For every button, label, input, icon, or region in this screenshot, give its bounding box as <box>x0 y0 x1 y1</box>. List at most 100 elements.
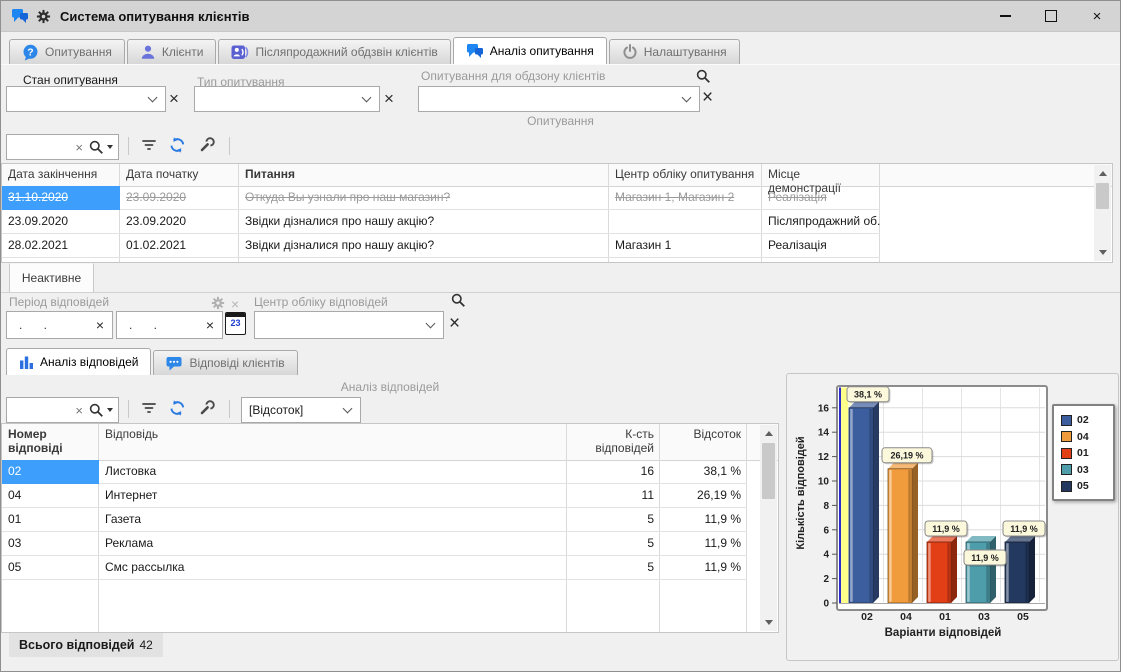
table-cell[interactable]: Листовка <box>99 460 567 484</box>
scroll-down-icon[interactable] <box>765 620 773 625</box>
column-header[interactable]: Номер відповіді <box>2 424 99 460</box>
table-row[interactable]: 28.02.202101.02.2021Звідки дізналися про… <box>2 234 880 258</box>
survey-state-combo[interactable] <box>6 86 166 112</box>
column-header[interactable]: Дата закінчення <box>2 164 120 186</box>
period-to-input[interactable]: . . × <box>116 311 223 339</box>
vertical-scrollbar[interactable] <box>1094 165 1111 261</box>
table-cell[interactable]: Реалізація <box>762 234 880 258</box>
answers-tab-1[interactable]: Аналіз відповідей <box>6 348 151 375</box>
table-cell[interactable]: Магазин 1 <box>609 234 762 258</box>
scroll-down-icon[interactable] <box>1099 250 1107 255</box>
scroll-up-icon[interactable] <box>765 431 773 436</box>
clear-date-icon[interactable]: × <box>96 317 104 333</box>
period-settings-gear-icon[interactable] <box>211 296 225 310</box>
search-icon[interactable] <box>87 403 106 418</box>
table-row[interactable]: 05Смс рассылка511,9 % <box>2 556 747 580</box>
answers-center-combo[interactable] <box>254 311 444 339</box>
column-header[interactable]: Дата початку <box>120 164 239 186</box>
main-tab-5[interactable]: Налаштування <box>609 39 740 64</box>
table-cell[interactable] <box>609 210 762 234</box>
settings-wrench-icon[interactable] <box>199 137 215 153</box>
table-cell[interactable]: Реклама <box>99 532 567 556</box>
filter-icon[interactable] <box>141 138 157 152</box>
survey-type-combo[interactable] <box>194 86 380 112</box>
calendar-button[interactable]: 23 <box>225 312 246 335</box>
table-cell[interactable]: 03 <box>2 532 99 556</box>
answers-tab-2[interactable]: Відповіді клієнтів <box>153 350 297 375</box>
vertical-scrollbar[interactable] <box>760 425 777 631</box>
scrollbar-thumb[interactable] <box>762 443 775 499</box>
refresh-icon[interactable] <box>169 137 186 153</box>
period-from-input[interactable]: . . × <box>6 311 113 339</box>
table-cell[interactable]: Звідки дізналися про нашу акцію? <box>239 234 609 258</box>
period-clear-button[interactable]: × <box>231 297 239 311</box>
main-tab-4[interactable]: Аналіз опитування <box>453 37 607 64</box>
main-tab-2[interactable]: Клієнти <box>127 39 217 64</box>
search-icon[interactable] <box>87 140 106 155</box>
table-cell[interactable]: 05 <box>2 556 99 580</box>
table-cell[interactable]: Смс рассылка <box>99 556 567 580</box>
table-cell[interactable]: 04 <box>2 484 99 508</box>
search-icon[interactable] <box>451 293 466 308</box>
search-icon[interactable] <box>696 69 711 84</box>
table-row[interactable]: 04Интернет1126,19 % <box>2 484 747 508</box>
table-cell[interactable]: 11 <box>567 484 660 508</box>
clear-date-icon[interactable]: × <box>206 317 214 333</box>
filter-icon[interactable] <box>141 401 157 415</box>
call-survey-clear-button[interactable]: × <box>702 88 713 107</box>
main-tab-3[interactable]: Післяпродажний обдзвін клієнтів <box>218 39 450 64</box>
table-cell[interactable]: 01 <box>2 508 99 532</box>
table-cell[interactable]: Откуда Вы узнали про наш магазин? <box>239 186 609 210</box>
survey-type-clear-button[interactable]: × <box>384 90 394 107</box>
maximize-button[interactable] <box>1028 1 1074 31</box>
table-cell[interactable]: 26,19 % <box>660 484 747 508</box>
column-header[interactable]: Відповідь <box>99 424 567 460</box>
display-mode-combo[interactable]: [Відсоток] <box>241 397 361 423</box>
survey-search-input[interactable]: × <box>6 134 119 160</box>
table-cell[interactable]: 23.09.2020 <box>120 210 239 234</box>
table-cell[interactable]: 01.02.2021 <box>120 234 239 258</box>
scroll-up-icon[interactable] <box>1099 171 1107 176</box>
answers-center-clear-button[interactable]: × <box>449 314 460 333</box>
column-header[interactable]: Питання <box>239 164 609 186</box>
table-cell[interactable]: 16 <box>567 460 660 484</box>
table-cell[interactable]: Интернет <box>99 484 567 508</box>
table-cell[interactable]: Магазин 1, Магазин 2 <box>609 186 762 210</box>
table-cell[interactable]: 5 <box>567 556 660 580</box>
table-cell[interactable]: 28.02.2021 <box>2 234 120 258</box>
table-row[interactable]: 01Газета511,9 % <box>2 508 747 532</box>
table-row[interactable]: 23.09.202023.09.2020Звідки дізналися про… <box>2 210 880 234</box>
table-cell[interactable]: Реалізація <box>762 186 880 210</box>
table-cell[interactable]: 11,9 % <box>660 508 747 532</box>
survey-state-clear-button[interactable]: × <box>169 90 179 107</box>
table-cell[interactable]: 31.10.2020 <box>2 186 120 210</box>
table-cell[interactable]: Післяпродажний об... <box>762 210 880 234</box>
column-header[interactable]: Відсоток <box>660 424 747 460</box>
table-cell[interactable]: 5 <box>567 532 660 556</box>
table-row[interactable]: 03Реклама511,9 % <box>2 532 747 556</box>
main-tab-1[interactable]: ?Опитування <box>9 39 125 64</box>
search-options-caret-icon[interactable] <box>107 145 113 149</box>
call-survey-combo[interactable] <box>418 86 700 112</box>
clear-search-icon[interactable]: × <box>71 403 87 418</box>
answers-search-input[interactable]: × <box>6 397 119 423</box>
table-cell[interactable]: 11,9 % <box>660 556 747 580</box>
table-cell[interactable]: 11,9 % <box>660 532 747 556</box>
minimize-button[interactable] <box>982 1 1028 31</box>
table-cell[interactable]: 23.09.2020 <box>120 186 239 210</box>
table-cell[interactable]: 23.09.2020 <box>2 210 120 234</box>
scrollbar-thumb[interactable] <box>1096 183 1109 209</box>
column-header[interactable]: К-сть відповідей <box>567 424 660 460</box>
table-row[interactable]: 02Листовка1638,1 % <box>2 460 747 484</box>
inactive-filter-tab[interactable]: Неактивне <box>9 263 94 293</box>
column-header[interactable]: Центр обліку опитування <box>609 164 762 186</box>
table-cell[interactable]: 5 <box>567 508 660 532</box>
table-row[interactable]: 31.10.202023.09.2020Откуда Вы узнали про… <box>2 186 880 210</box>
column-header[interactable]: Місце демонстрації <box>762 164 880 186</box>
table-cell[interactable]: 38,1 % <box>660 460 747 484</box>
table-cell[interactable]: Звідки дізналися про нашу акцію? <box>239 210 609 234</box>
table-cell[interactable]: Газета <box>99 508 567 532</box>
close-button[interactable]: × <box>1074 1 1120 31</box>
search-options-caret-icon[interactable] <box>107 408 113 412</box>
table-cell[interactable]: 02 <box>2 460 99 484</box>
